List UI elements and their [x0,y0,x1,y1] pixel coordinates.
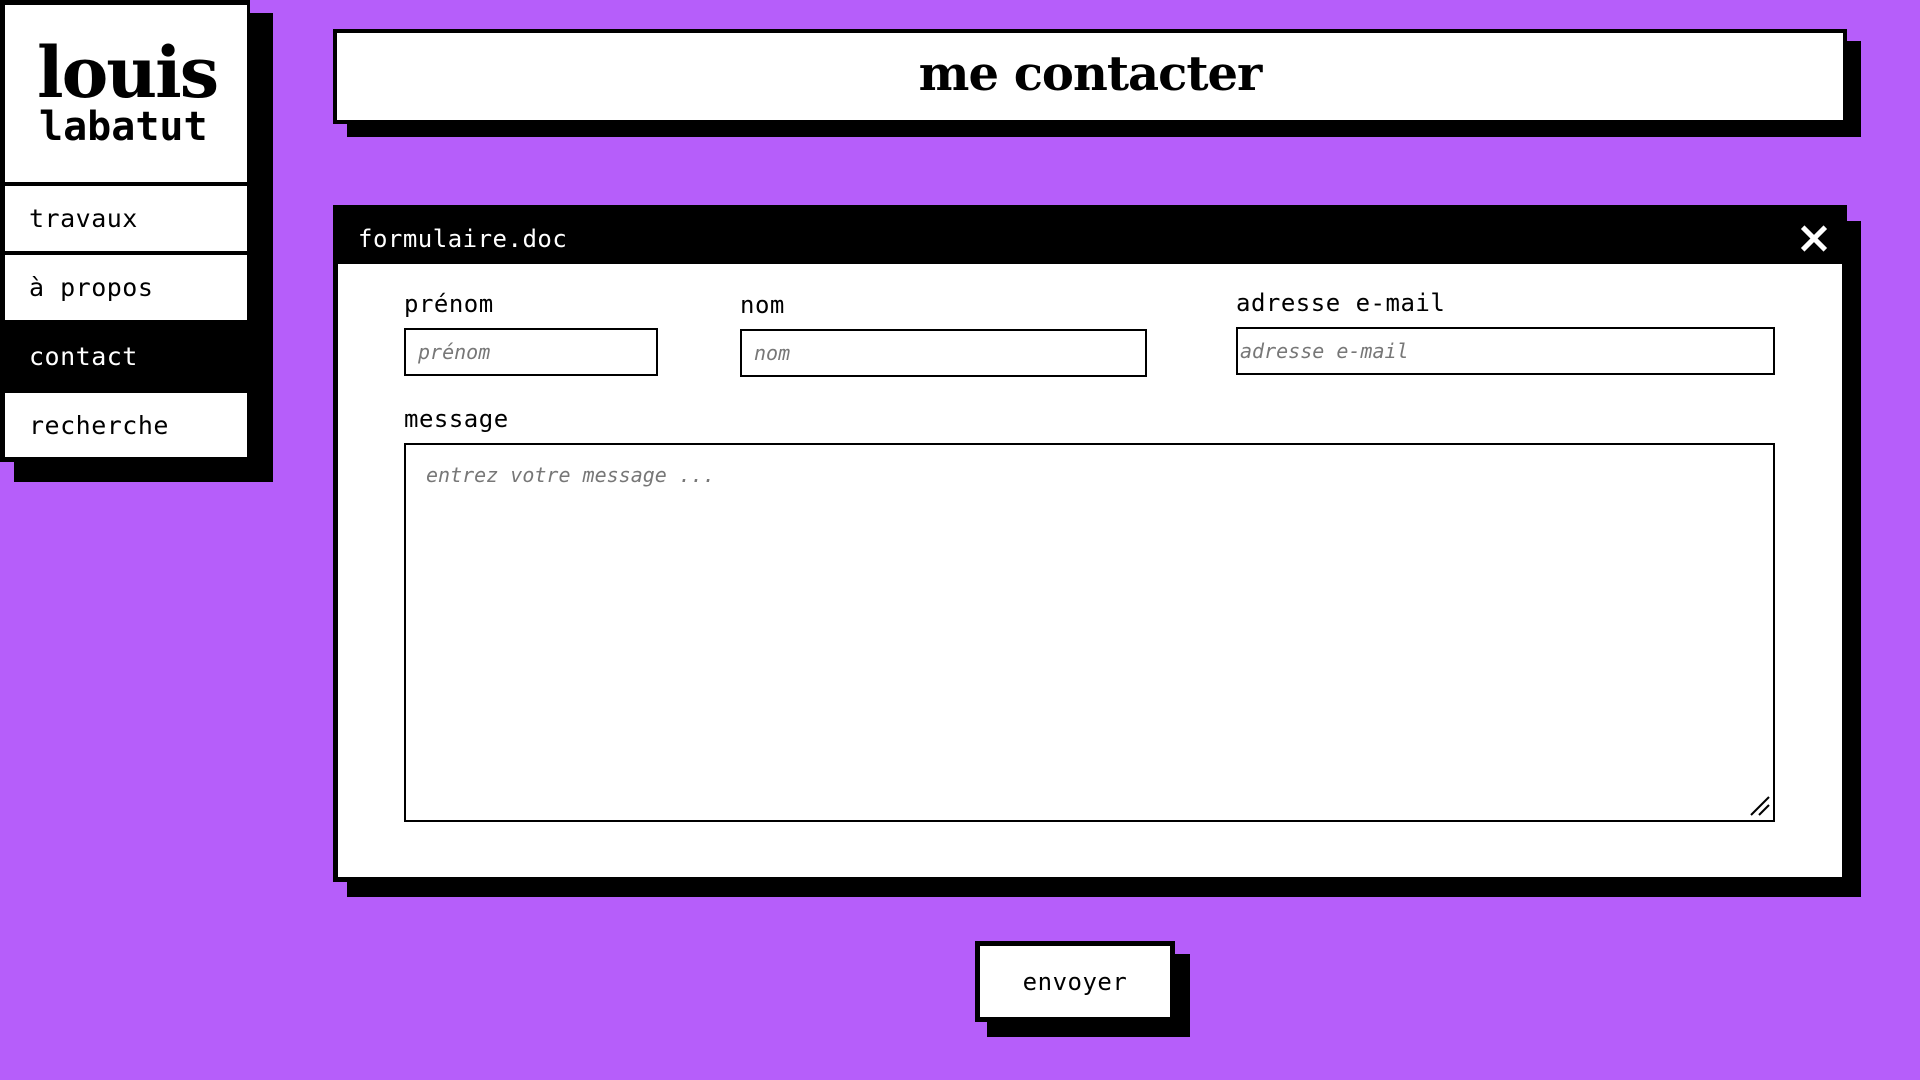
message-label: message [404,405,509,433]
close-icon[interactable] [1796,221,1832,257]
email-field[interactable] [1236,327,1775,375]
logo-last-name: labatut [39,103,208,150]
sidebar-item-recherche[interactable]: recherche [5,393,247,457]
message-field[interactable] [404,443,1775,822]
form-window: formulaire.doc prénom nom adresse e-mail… [333,205,1847,882]
last-name-field[interactable] [740,329,1147,377]
send-button[interactable]: envoyer [975,941,1175,1022]
last-name-label: nom [740,291,785,319]
logo[interactable]: louis labatut [5,5,247,182]
page-title: me contacter [918,45,1263,102]
page: louis labatut travaux à propos contact r… [0,0,1920,1080]
first-name-label: prénom [404,290,494,318]
sidebar-item-contact[interactable]: contact [5,324,247,389]
resize-handle-icon[interactable] [1749,795,1771,817]
logo-first-name: louis [37,30,219,114]
first-name-field[interactable] [404,328,658,376]
sidebar: louis labatut travaux à propos contact r… [0,0,250,462]
title-box: me contacter [333,29,1847,124]
email-label: adresse e-mail [1236,289,1446,317]
sidebar-item-travaux[interactable]: travaux [5,186,247,251]
window-title: formulaire.doc [358,225,568,253]
sidebar-item-a-propos[interactable]: à propos [5,255,247,320]
window-title-bar: formulaire.doc [338,210,1842,264]
